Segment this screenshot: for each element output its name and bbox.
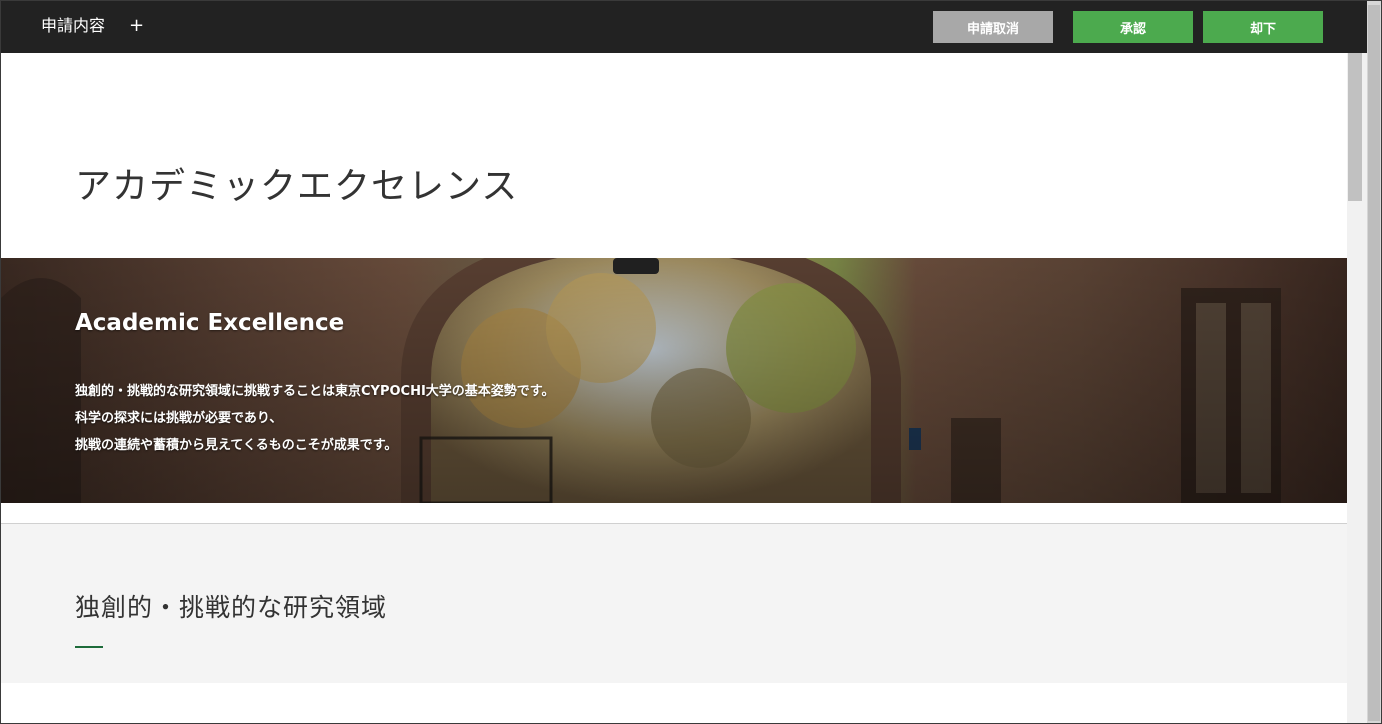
approve-button[interactable]: 承認 — [1073, 11, 1193, 43]
content-scrollbar[interactable] — [1347, 53, 1367, 723]
hero-line: 独創的・挑戦的な研究領域に挑戦することは東京CYPOCHI大学の基本姿勢です。 — [75, 384, 555, 399]
app-window: 申請内容 + 申請取消 承認 却下 アカデミックエクセレンス Academic … — [0, 0, 1382, 724]
main-content: アカデミックエクセレンス Academic Excellence 独創的・挑戦的… — [1, 53, 1347, 723]
add-icon[interactable]: + — [129, 15, 144, 37]
page-header-title: 申請内容 — [41, 16, 106, 35]
top-bar: 申請内容 + 申請取消 承認 却下 — [1, 1, 1367, 53]
hero-description: 独創的・挑戦的な研究領域に挑戦することは東京CYPOCHI大学の基本姿勢です。 … — [75, 378, 555, 459]
hero-line: 挑戦の連続や蓄積から見えてくるものこそが成果です。 — [75, 438, 398, 453]
window-scrollbar-thumb[interactable] — [1368, 5, 1380, 721]
research-section: 独創的・挑戦的な研究領域 — [1, 524, 1347, 683]
cancel-application-button[interactable]: 申請取消 — [933, 11, 1053, 43]
hero-banner: Academic Excellence 独創的・挑戦的な研究領域に挑戦することは… — [1, 258, 1347, 503]
hero-title: Academic Excellence — [75, 310, 345, 336]
section-title-underline — [75, 646, 103, 648]
window-scrollbar[interactable] — [1367, 1, 1381, 723]
content-scrollbar-thumb[interactable] — [1348, 53, 1362, 201]
section-title: 独創的・挑戦的な研究領域 — [75, 593, 388, 622]
page-title: アカデミックエクセレンス — [75, 166, 519, 207]
hero-line: 科学の探求には挑戦が必要であり、 — [75, 411, 283, 426]
reject-button[interactable]: 却下 — [1203, 11, 1323, 43]
